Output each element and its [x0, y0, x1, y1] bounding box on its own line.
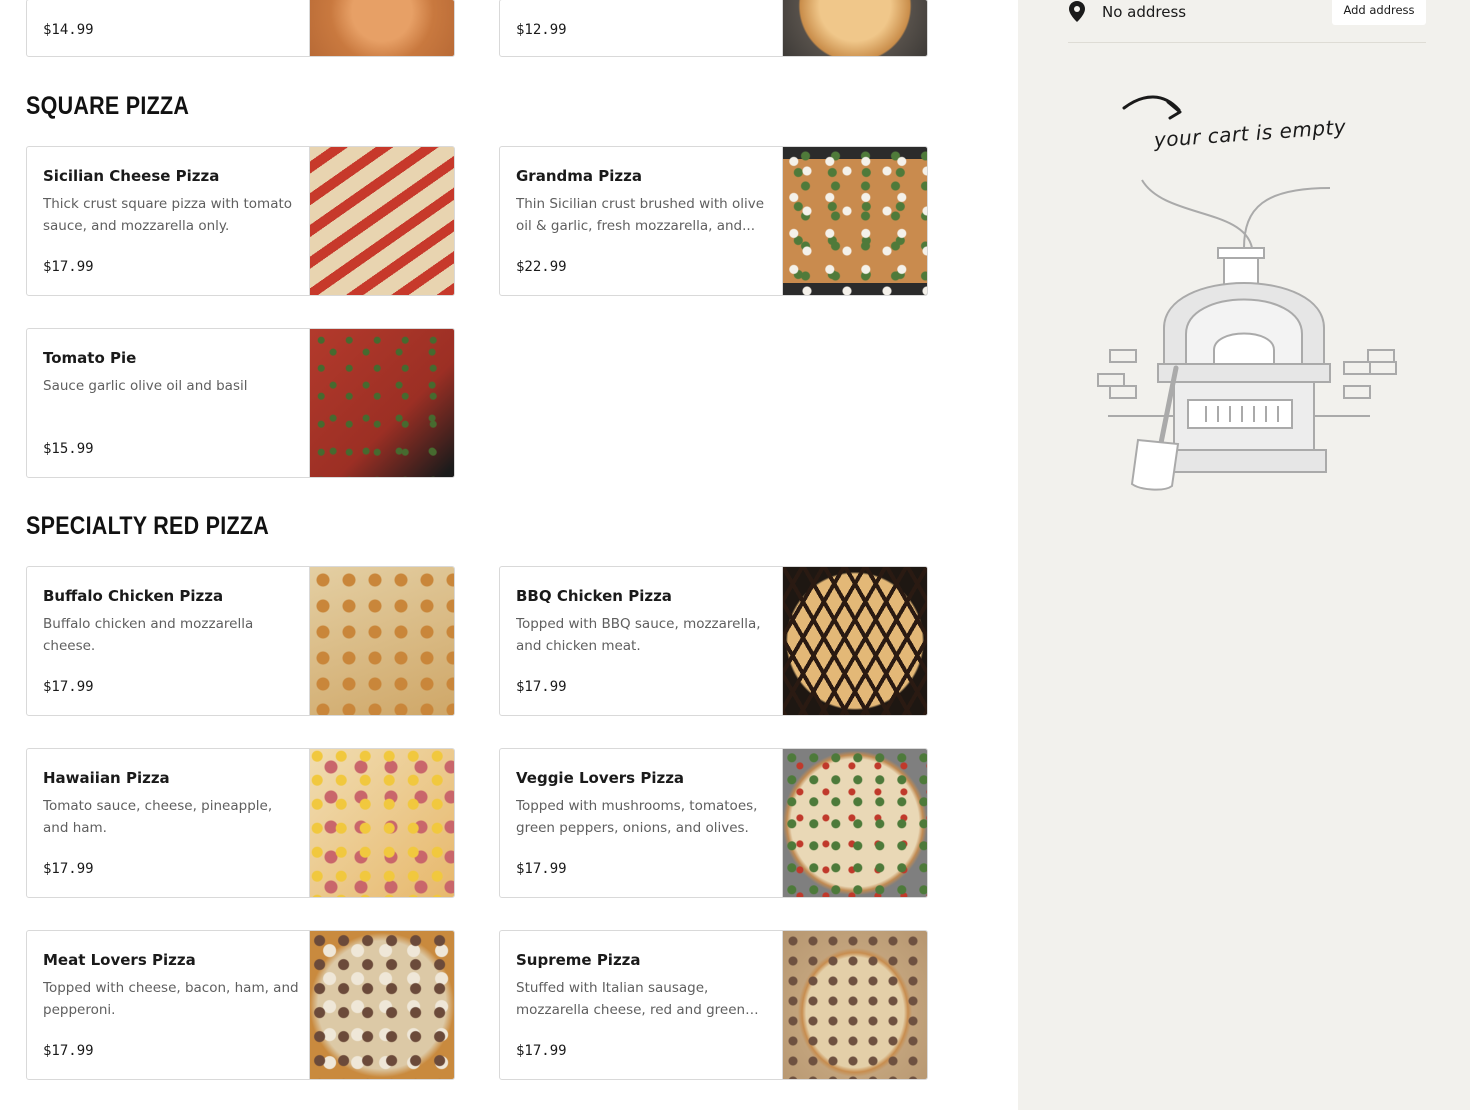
- menu-item-card[interactable]: Buffalo Chicken Pizza Buffalo chicken an…: [26, 566, 455, 716]
- section-title: SQUARE PIZZA: [26, 92, 190, 120]
- item-name: Meat Lovers Pizza: [43, 951, 196, 969]
- menu-list: $14.99 $12.99 SQUARE PIZZA Sicilian Chee…: [0, 0, 1018, 1110]
- item-photo: [782, 931, 927, 1079]
- menu-item-card[interactable]: Tomato Pie Sauce garlic olive oil and ba…: [26, 328, 455, 478]
- item-photo: [782, 147, 927, 295]
- item-price: $22.99: [516, 259, 567, 275]
- cart-sidebar: No address Add address your cart is empt…: [1018, 0, 1470, 1110]
- menu-item-card[interactable]: Veggie Lovers Pizza Topped with mushroom…: [499, 748, 928, 898]
- add-address-button[interactable]: Add address: [1332, 0, 1426, 25]
- item-photo: [309, 931, 454, 1079]
- section-title: SPECIALTY RED PIZZA: [26, 512, 270, 540]
- menu-item-card[interactable]: Grandma Pizza Thin Sicilian crust brushe…: [499, 146, 928, 296]
- item-name: Veggie Lovers Pizza: [516, 769, 685, 787]
- item-price: $17.99: [43, 679, 94, 695]
- item-photo: [309, 0, 454, 56]
- item-description: Buffalo chicken and mozzarella cheese.: [43, 616, 254, 654]
- item-description: Tomato sauce, cheese, pineapple, and ham…: [43, 798, 273, 836]
- item-photo: [782, 567, 927, 715]
- menu-item-card[interactable]: Sicilian Cheese Pizza Thick crust square…: [26, 146, 455, 296]
- item-price: $14.99: [43, 22, 94, 38]
- menu-item-card[interactable]: $12.99: [499, 0, 928, 57]
- menu-item-card[interactable]: BBQ Chicken Pizza Topped with BBQ sauce,…: [499, 566, 928, 716]
- item-description: Topped with BBQ sauce, mozzarella, and c…: [516, 616, 761, 654]
- item-price: $17.99: [43, 1043, 94, 1059]
- item-name: Hawaiian Pizza: [43, 769, 170, 787]
- item-description: Sauce garlic olive oil and basil: [43, 378, 248, 394]
- item-name: Grandma Pizza: [516, 167, 642, 185]
- item-photo: [309, 567, 454, 715]
- pizza-oven-illustration: [1097, 95, 1397, 491]
- item-price: $12.99: [516, 22, 567, 38]
- item-price: $17.99: [516, 1043, 567, 1059]
- item-price: $17.99: [43, 259, 94, 275]
- address-text: No address: [1102, 3, 1187, 21]
- item-name: Buffalo Chicken Pizza: [43, 587, 224, 605]
- item-name: Sicilian Cheese Pizza: [43, 167, 220, 185]
- item-name: BBQ Chicken Pizza: [516, 587, 672, 605]
- menu-item-card[interactable]: Supreme Pizza Stuffed with Italian sausa…: [499, 930, 928, 1080]
- item-description: Thin Sicilian crust brushed with olive o…: [516, 196, 765, 234]
- menu-item-card[interactable]: Hawaiian Pizza Tomato sauce, cheese, pin…: [26, 748, 455, 898]
- item-description: Topped with cheese, bacon, ham, and pepp…: [43, 980, 299, 1018]
- item-photo: [782, 0, 927, 56]
- item-price: $17.99: [43, 861, 94, 877]
- menu-item-card[interactable]: Meat Lovers Pizza Topped with cheese, ba…: [26, 930, 455, 1080]
- item-price: $17.99: [516, 861, 567, 877]
- item-price: $17.99: [516, 679, 567, 695]
- item-photo: [309, 147, 454, 295]
- delivery-address-row: No address Add address: [1068, 0, 1426, 43]
- item-photo: [309, 329, 454, 477]
- item-photo: [782, 749, 927, 897]
- menu-item-card[interactable]: $14.99: [26, 0, 455, 57]
- item-description: Stuffed with Italian sausage, mozzarella…: [516, 980, 746, 1018]
- item-name: Tomato Pie: [43, 349, 137, 367]
- map-pin-icon: [1069, 1, 1085, 22]
- item-price: $15.99: [43, 441, 94, 457]
- item-photo: [309, 749, 454, 897]
- item-name: Supreme Pizza: [516, 951, 641, 969]
- item-description: Topped with mushrooms, tomatoes, green p…: [516, 798, 758, 836]
- item-description: Thick crust square pizza with tomato sau…: [43, 196, 293, 234]
